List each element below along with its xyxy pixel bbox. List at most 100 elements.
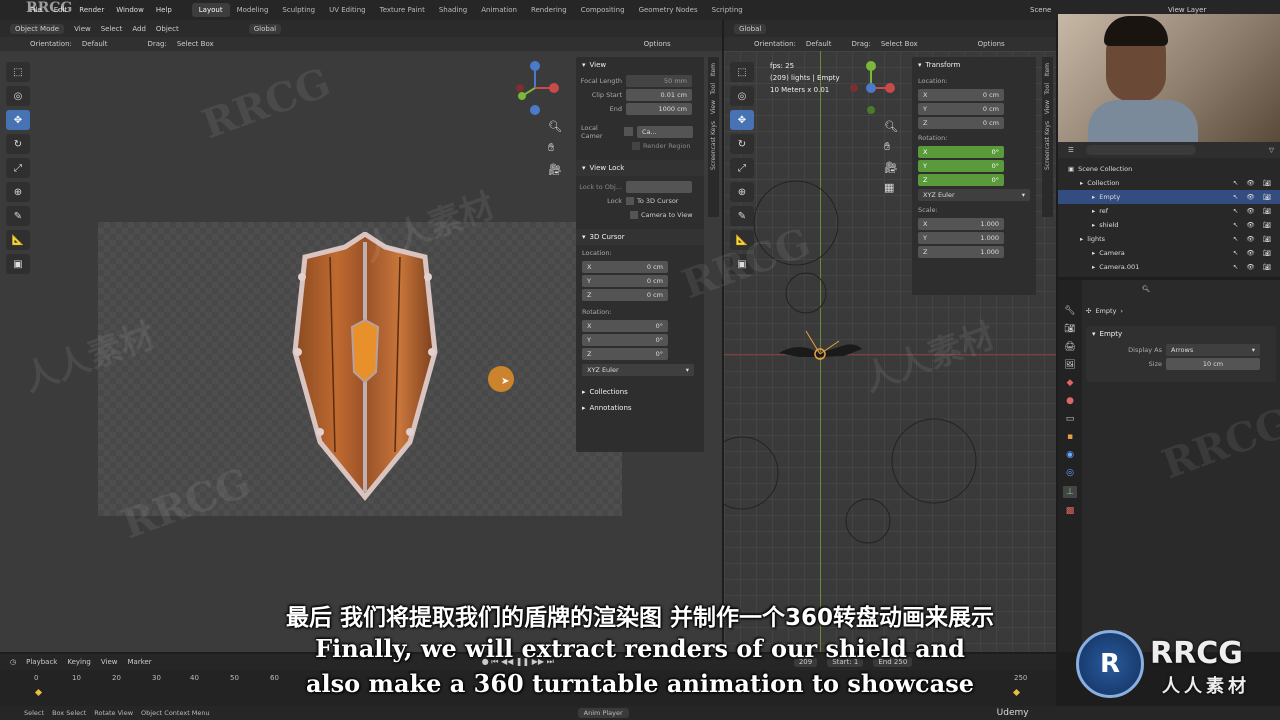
- collections-section[interactable]: ▸ Collections: [576, 384, 704, 400]
- navigation-gizmo[interactable]: [510, 60, 560, 118]
- sidebar-tab-tool[interactable]: Tool: [710, 83, 717, 95]
- visibility-icons[interactable]: ↖ 👁︎ 📷︎: [1233, 221, 1274, 229]
- local-camera-checkbox[interactable]: [624, 127, 633, 136]
- menu-help[interactable]: Help: [150, 6, 178, 14]
- menu-window[interactable]: Window: [110, 6, 150, 14]
- right-orientation-select[interactable]: Default: [806, 40, 832, 48]
- axis-field-z[interactable]: Z0 cm: [582, 288, 668, 301]
- render-tab-icon[interactable]: 📷︎: [1064, 324, 1075, 334]
- properties-search[interactable]: 🔍︎: [1082, 282, 1280, 296]
- output-tab-icon[interactable]: 🖨︎: [1064, 342, 1075, 352]
- annotate-icon[interactable]: ✎: [6, 206, 30, 226]
- outliner-item[interactable]: ▸ Collection ↖ 👁︎ 📷︎: [1058, 176, 1280, 190]
- pan-hand-icon[interactable]: ✋︎: [884, 140, 898, 154]
- workspace-tab-animation[interactable]: Animation: [474, 3, 524, 17]
- axis-field-x[interactable]: X 1.000: [918, 217, 1004, 230]
- axis-field-z[interactable]: Z 1.000: [918, 245, 1004, 258]
- transform-section-header[interactable]: ▾ Transform: [912, 57, 1036, 73]
- constraints-tab-icon[interactable]: ◎: [1066, 468, 1074, 478]
- focal-length-field[interactable]: 50 mm: [626, 74, 692, 87]
- axis-field-x[interactable]: X 0°: [918, 145, 1004, 158]
- lock-to-object-field[interactable]: [626, 180, 692, 193]
- tool-tab-icon[interactable]: 🔧︎: [1064, 306, 1075, 316]
- workspace-tab-texture-paint[interactable]: Texture Paint: [373, 3, 432, 17]
- right-options-button[interactable]: Options: [978, 40, 1005, 48]
- workspace-tab-uv-editing[interactable]: UV Editing: [322, 3, 373, 17]
- scene-collection-row[interactable]: ▣ Scene Collection: [1058, 162, 1280, 176]
- axis-field-y[interactable]: Y 1.000: [918, 231, 1004, 244]
- pan-hand-icon[interactable]: ✋︎: [548, 141, 562, 155]
- visibility-icons[interactable]: ↖ 👁︎ 📷︎: [1233, 193, 1274, 201]
- workspace-tab-layout[interactable]: Layout: [191, 3, 230, 17]
- clip-start-field[interactable]: 0.01 cm: [626, 88, 692, 101]
- outliner-item[interactable]: ▸ lights ↖ 👁︎ 📷︎: [1058, 232, 1280, 246]
- visibility-icons[interactable]: ↖ 👁︎ 📷︎: [1233, 179, 1274, 187]
- scale-icon[interactable]: ⤢: [6, 158, 30, 178]
- menu-select[interactable]: Select: [101, 25, 123, 33]
- transform-orientation[interactable]: Global: [248, 23, 282, 34]
- view-lock-section[interactable]: ▾ View Lock: [576, 160, 704, 176]
- zoom-icon[interactable]: 🔍︎: [884, 120, 898, 133]
- move-icon[interactable]: ✥: [6, 110, 30, 130]
- expand-arrow-icon[interactable]: ▸: [1080, 235, 1083, 243]
- axis-field-z[interactable]: Z 0°: [582, 347, 668, 360]
- axis-field-x[interactable]: X0 cm: [582, 260, 668, 273]
- options-button[interactable]: Options: [644, 40, 671, 48]
- axis-field-x[interactable]: X 0°: [582, 319, 668, 332]
- view-layer-tab-icon[interactable]: 🖼︎: [1064, 360, 1075, 370]
- to-3d-cursor-checkbox[interactable]: [626, 196, 634, 205]
- menu-add[interactable]: Add: [132, 25, 146, 33]
- sidebar-tab-view[interactable]: View: [710, 100, 717, 114]
- axis-field-y[interactable]: Y0 cm: [582, 274, 668, 287]
- object-rotation-mode[interactable]: XYZ Euler ▾: [918, 188, 1030, 201]
- workspace-tab-rendering[interactable]: Rendering: [524, 3, 574, 17]
- sidebar-tab-item[interactable]: Item: [710, 63, 717, 77]
- outliner-item[interactable]: ▸ Empty ↖ 👁︎ 📷︎: [1058, 190, 1280, 204]
- camera-to-view-checkbox[interactable]: [630, 210, 638, 219]
- menu-render[interactable]: Render: [73, 6, 110, 14]
- object-tab-icon[interactable]: ▪: [1067, 432, 1073, 442]
- shield-model[interactable]: [290, 232, 440, 502]
- outliner-filter-icon[interactable]: ☰: [1068, 146, 1074, 154]
- empty-size-field[interactable]: 10 cm: [1166, 357, 1260, 370]
- outliner-item[interactable]: ▸ shield ↖ 👁︎ 📷︎: [1058, 218, 1280, 232]
- clip-end-field[interactable]: 1000 cm: [626, 102, 692, 115]
- sidebar-tab-screencast-keys[interactable]: Screencast Keys: [1044, 121, 1051, 170]
- axis-field-y[interactable]: Y 0°: [582, 333, 668, 346]
- empty-section-header[interactable]: ▾ Empty: [1086, 326, 1276, 342]
- visibility-icons[interactable]: ↖ 👁︎ 📷︎: [1233, 235, 1274, 243]
- scene-tab-icon[interactable]: ◆: [1067, 378, 1074, 388]
- right-drag-select[interactable]: Select Box: [881, 40, 918, 48]
- workspace-tab-shading[interactable]: Shading: [432, 3, 474, 17]
- local-camera-field[interactable]: Ca...: [637, 125, 693, 138]
- transform-icon[interactable]: ⊕: [6, 182, 30, 202]
- physics-tab-icon[interactable]: ◉: [1066, 450, 1074, 460]
- outliner-search[interactable]: [1085, 145, 1196, 155]
- measure-icon[interactable]: 📐: [6, 230, 30, 250]
- collection-tab-icon[interactable]: ▭: [1066, 414, 1075, 424]
- drag-select[interactable]: Select Box: [177, 40, 214, 48]
- select-box-icon[interactable]: ⬚: [6, 62, 30, 82]
- shield-topdown[interactable]: [779, 344, 862, 357]
- grid-toggle-icon[interactable]: ▦: [884, 181, 898, 194]
- workspace-tab-geometry-nodes[interactable]: Geometry Nodes: [632, 3, 705, 17]
- workspace-tab-scripting[interactable]: Scripting: [705, 3, 750, 17]
- axis-field-z[interactable]: Z0 cm: [918, 116, 1004, 129]
- workspace-tab-modeling[interactable]: Modeling: [230, 3, 276, 17]
- data-tab-icon[interactable]: ⊥: [1063, 486, 1077, 498]
- axis-field-z[interactable]: Z 0°: [918, 173, 1004, 186]
- view-section-header[interactable]: ▾ View: [576, 57, 704, 73]
- outliner-item[interactable]: ▸ Camera.001 ↖ 👁︎ 📷︎: [1058, 260, 1280, 274]
- scene-name[interactable]: Scene: [1030, 6, 1051, 14]
- expand-arrow-icon[interactable]: ▸: [1092, 221, 1095, 229]
- expand-arrow-icon[interactable]: ▸: [1080, 179, 1083, 187]
- right-transform-orientation[interactable]: Global: [734, 23, 767, 34]
- expand-arrow-icon[interactable]: ▸: [1092, 263, 1095, 271]
- axis-field-y[interactable]: Y0 cm: [918, 102, 1004, 115]
- filter-funnel-icon[interactable]: ▽: [1269, 146, 1274, 154]
- orientation-select[interactable]: Default: [82, 40, 108, 48]
- camera-view-icon[interactable]: 🎥︎: [548, 163, 562, 176]
- cursor-rotation-mode[interactable]: XYZ Euler ▾: [582, 363, 694, 376]
- cursor-icon[interactable]: ◎: [6, 86, 30, 106]
- sidebar-tab-screencast-keys[interactable]: Screencast Keys: [710, 121, 717, 170]
